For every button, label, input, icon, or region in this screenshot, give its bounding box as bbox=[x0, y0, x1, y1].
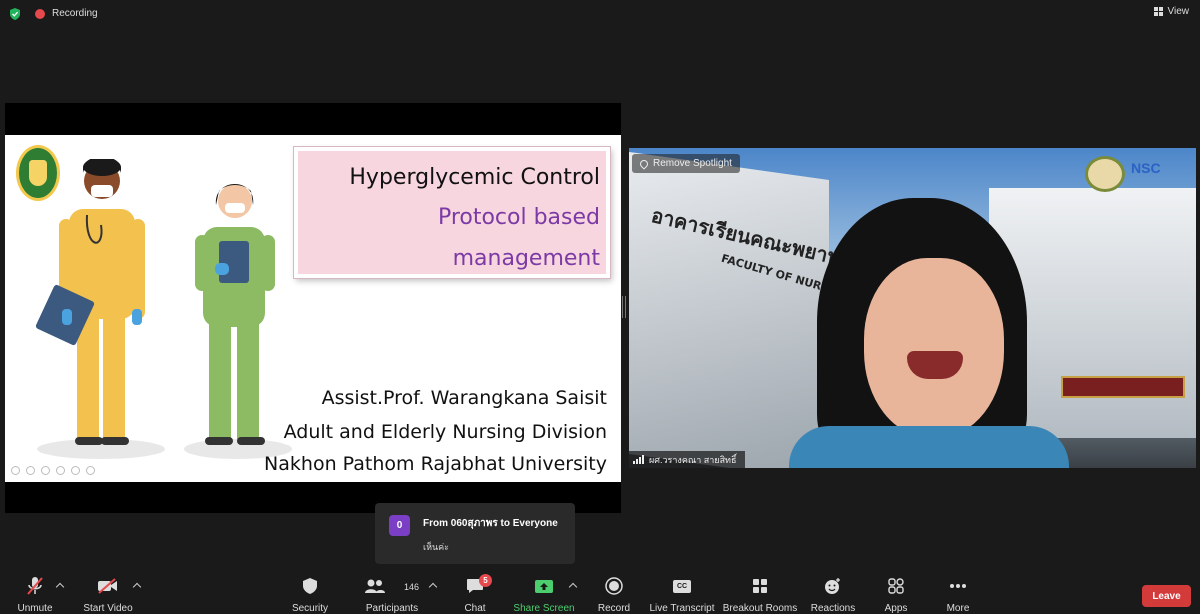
presentation-slide: Hyperglycemic Control Protocol based man… bbox=[5, 135, 621, 482]
nsc-logo-text: NSC bbox=[1131, 160, 1161, 176]
slide-tool-icons[interactable] bbox=[11, 466, 95, 475]
shared-screen: Hyperglycemic Control Protocol based man… bbox=[5, 103, 621, 513]
speaker-mouth bbox=[907, 351, 963, 379]
slide-title-line-3: management bbox=[452, 246, 600, 271]
breakout-rooms-label: Breakout Rooms bbox=[722, 603, 798, 614]
remove-spotlight-button[interactable]: Remove Spotlight bbox=[632, 154, 740, 173]
security-shield-icon[interactable] bbox=[9, 8, 21, 20]
speaker-shirt bbox=[789, 426, 1069, 468]
recording-label: Recording bbox=[52, 8, 98, 19]
split-view-handle[interactable] bbox=[622, 296, 626, 318]
live-transcript-label: Live Transcript bbox=[649, 603, 715, 614]
participants-icon bbox=[365, 579, 385, 593]
reactions-label: Reactions bbox=[810, 603, 856, 614]
more-label: More bbox=[946, 603, 970, 614]
slide-author-name: Assist.Prof. Warangkana Saisit bbox=[321, 387, 607, 409]
record-button[interactable]: Record bbox=[596, 572, 632, 614]
meeting-toolbar: Unmute Start Video Security 146 Particip… bbox=[0, 572, 1200, 614]
breakout-rooms-button[interactable]: Breakout Rooms bbox=[722, 572, 798, 614]
share-screen-button[interactable]: Share Screen bbox=[513, 572, 575, 614]
slide-title-line-1: Hyperglycemic Control bbox=[349, 165, 600, 190]
share-screen-label: Share Screen bbox=[513, 603, 575, 614]
faculty-sign-plate bbox=[1061, 376, 1185, 398]
participant-name-tag: ผศ.วรางคณา สายสิทธิ์ bbox=[629, 451, 745, 468]
unmute-label: Unmute bbox=[17, 603, 53, 614]
connection-signal-icon bbox=[633, 455, 644, 464]
live-transcript-button[interactable]: CC Live Transcript bbox=[649, 572, 715, 614]
slide-zoom-icon[interactable] bbox=[71, 466, 80, 475]
chat-unread-badge: 5 bbox=[479, 574, 492, 587]
spotlight-video: อาคารเรียนคณะพยาบาล FACULTY OF NURSING N… bbox=[629, 148, 1196, 468]
muted-microphone-icon bbox=[27, 577, 43, 595]
doctor-illustration bbox=[35, 159, 165, 459]
participants-options-caret-icon[interactable] bbox=[428, 582, 438, 592]
faculty-logo bbox=[1085, 156, 1125, 192]
record-icon bbox=[605, 577, 623, 595]
breakout-rooms-icon bbox=[753, 579, 767, 593]
closed-caption-icon: CC bbox=[673, 579, 691, 593]
start-video-button[interactable]: Start Video bbox=[82, 572, 134, 614]
speaker-face bbox=[864, 258, 1004, 438]
start-video-label: Start Video bbox=[83, 603, 133, 614]
chat-notification[interactable]: 0 From 060สุภาพร to Everyone เห็นค่ะ bbox=[375, 503, 575, 564]
security-button[interactable]: Security bbox=[290, 572, 330, 614]
slide-title-line-2: Protocol based bbox=[437, 205, 600, 230]
slide-pen-icon[interactable] bbox=[41, 466, 50, 475]
slide-more-icon[interactable] bbox=[86, 466, 95, 475]
share-screen-icon bbox=[535, 580, 553, 593]
recording-dot-icon bbox=[35, 9, 45, 19]
unmute-button[interactable]: Unmute bbox=[12, 572, 58, 614]
nurse-illustration bbox=[184, 184, 292, 459]
more-button[interactable]: More bbox=[940, 572, 976, 614]
participants-button[interactable]: 146 Participants bbox=[364, 572, 420, 614]
video-off-icon bbox=[98, 578, 117, 594]
participants-label: Participants bbox=[365, 603, 419, 614]
slide-view-icon[interactable] bbox=[56, 466, 65, 475]
reactions-smiley-icon bbox=[825, 578, 840, 594]
chat-message: เห็นค่ะ bbox=[423, 542, 450, 552]
apps-icon bbox=[888, 578, 904, 594]
meeting-top-bar: Recording View bbox=[0, 0, 1200, 28]
reactions-button[interactable]: Reactions bbox=[810, 572, 856, 614]
view-grid-icon bbox=[1153, 7, 1163, 16]
security-label: Security bbox=[291, 603, 329, 614]
slide-title-box: Hyperglycemic Control Protocol based man… bbox=[294, 147, 610, 278]
slide-author-division: Adult and Elderly Nursing Division bbox=[283, 421, 607, 443]
apps-label: Apps bbox=[884, 603, 908, 614]
record-label: Record bbox=[597, 603, 631, 614]
security-shield-toolbar-icon bbox=[303, 578, 317, 594]
view-button[interactable]: View bbox=[1153, 6, 1190, 17]
leave-button[interactable]: Leave bbox=[1142, 585, 1191, 607]
chat-sender-avatar: 0 bbox=[389, 515, 410, 536]
chat-from-line: From 060สุภาพร to Everyone bbox=[423, 518, 558, 529]
participant-name: ผศ.วรางคณา สายสิทธิ์ bbox=[649, 454, 737, 465]
slide-prev-icon[interactable] bbox=[11, 466, 20, 475]
slide-author-university: Nakhon Pathom Rajabhat University bbox=[264, 453, 607, 475]
view-label: View bbox=[1167, 6, 1190, 17]
participants-count: 146 bbox=[404, 582, 420, 592]
pin-icon bbox=[638, 157, 650, 170]
slide-next-icon[interactable] bbox=[26, 466, 35, 475]
chat-label: Chat bbox=[464, 603, 486, 614]
more-dots-icon bbox=[950, 584, 966, 588]
video-options-caret-icon[interactable] bbox=[132, 582, 142, 592]
remove-spotlight-label: Remove Spotlight bbox=[653, 158, 732, 169]
chat-button[interactable]: 5 Chat bbox=[460, 572, 492, 614]
apps-button[interactable]: Apps bbox=[878, 572, 914, 614]
